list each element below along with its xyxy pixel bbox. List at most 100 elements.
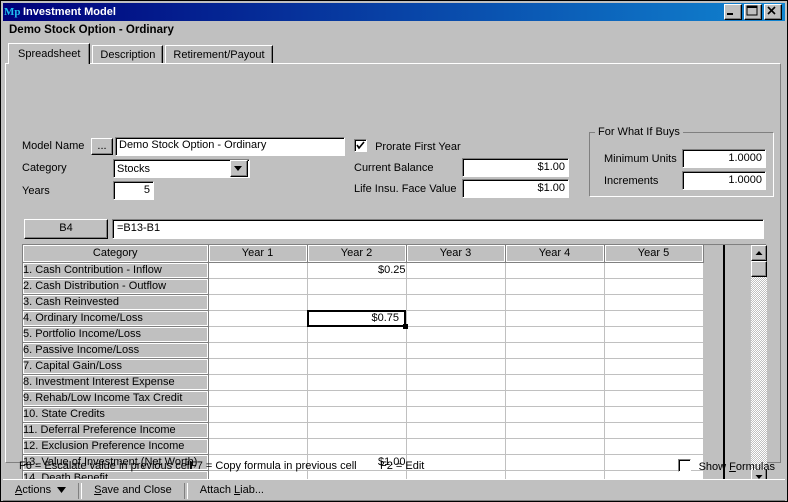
column-header-year-2[interactable]: Year 2 (307, 245, 407, 263)
grid-cell[interactable] (505, 326, 605, 343)
row-category-cell[interactable]: 3. Cash Reinvested (23, 294, 209, 311)
grid-cell[interactable] (505, 342, 605, 359)
row-category-cell[interactable]: 1. Cash Contribution - Inflow (23, 262, 209, 279)
close-button[interactable] (764, 4, 782, 20)
grid-cell[interactable] (307, 278, 407, 295)
checkbox-box[interactable] (354, 139, 367, 152)
grid-cell[interactable] (307, 406, 407, 423)
grid-cell[interactable] (208, 262, 308, 279)
row-category-cell[interactable]: 2. Cash Distribution - Outflow (23, 278, 209, 295)
grid-cell[interactable] (307, 342, 407, 359)
grid-cell[interactable] (208, 390, 308, 407)
grid-cell[interactable] (604, 326, 704, 343)
chevron-down-icon[interactable] (230, 160, 248, 177)
row-category-cell[interactable]: 7. Capital Gain/Loss (23, 358, 209, 375)
grid-cell[interactable] (208, 438, 308, 455)
checkbox-box[interactable] (677, 459, 691, 472)
grid-cell[interactable] (604, 390, 704, 407)
tab-retirement-payout[interactable]: Retirement/Payout (165, 45, 273, 64)
tab-description[interactable]: Description (92, 45, 164, 64)
grid-cell[interactable] (604, 406, 704, 423)
selected-cell[interactable]: $0.75 (307, 310, 406, 327)
row-category-cell[interactable]: 9. Rehab/Low Income Tax Credit (23, 390, 209, 407)
column-header-year-3[interactable]: Year 3 (406, 245, 506, 263)
prorate-first-year-checkbox[interactable]: Prorate First Year (354, 139, 461, 153)
grid-cell[interactable] (208, 374, 308, 391)
grid-cell[interactable] (406, 342, 506, 359)
column-header-year-5[interactable]: Year 5 (604, 245, 704, 263)
minimize-button[interactable] (724, 4, 742, 20)
grid-cell[interactable] (208, 294, 308, 311)
grid-cell[interactable] (406, 390, 506, 407)
grid-cell[interactable] (208, 422, 308, 439)
grid-cell[interactable] (604, 374, 704, 391)
grid-cell[interactable]: $0.25 (307, 262, 407, 279)
grid-cell[interactable] (604, 438, 704, 455)
tab-spreadsheet[interactable]: Spreadsheet (8, 43, 91, 64)
maximize-button[interactable] (744, 4, 762, 20)
cell-reference-box[interactable]: B4 (24, 219, 108, 239)
grid-cell[interactable] (406, 358, 506, 375)
years-input[interactable]: 5 (113, 181, 154, 200)
grid-cell[interactable] (406, 310, 506, 327)
increments-input[interactable]: 1.0000 (682, 171, 766, 190)
model-name-input[interactable]: Demo Stock Option - Ordinary (115, 137, 345, 156)
grid-cell[interactable] (604, 422, 704, 439)
category-select[interactable]: Stocks (113, 159, 250, 178)
grid-cell[interactable] (604, 358, 704, 375)
grid-cell[interactable] (505, 310, 605, 327)
grid-cell[interactable] (505, 294, 605, 311)
grid-cell[interactable] (505, 422, 605, 439)
row-category-cell[interactable]: 5. Portfolio Income/Loss (23, 326, 209, 343)
grid-cell[interactable] (307, 390, 407, 407)
column-header-category[interactable]: Category (23, 245, 209, 263)
model-name-browse-button[interactable]: ... (91, 138, 113, 155)
scroll-up-button[interactable] (751, 245, 767, 261)
attach-liab-button[interactable]: Attach Liab... (188, 481, 276, 500)
row-category-cell[interactable]: 4. Ordinary Income/Loss (23, 310, 209, 327)
fill-handle[interactable] (403, 324, 408, 329)
save-and-close-button[interactable]: Save and Close (82, 481, 184, 500)
vertical-scrollbar-thumb[interactable] (751, 261, 767, 277)
column-header-year-4[interactable]: Year 4 (505, 245, 605, 263)
row-category-cell[interactable]: 8. Investment Interest Expense (23, 374, 209, 391)
grid-cell[interactable] (604, 294, 704, 311)
vertical-scrollbar-track[interactable] (751, 245, 767, 485)
grid-cell[interactable] (208, 406, 308, 423)
grid-cell[interactable] (406, 278, 506, 295)
grid-cell[interactable] (505, 262, 605, 279)
actions-menu-button[interactable]: Actions (3, 481, 78, 500)
current-balance-input[interactable]: $1.00 (462, 158, 569, 177)
grid-cell[interactable] (307, 422, 407, 439)
grid-cell[interactable] (505, 390, 605, 407)
grid-cell[interactable] (406, 422, 506, 439)
row-category-cell[interactable]: 12. Exclusion Preference Income (23, 438, 209, 455)
formula-input[interactable]: =B13-B1 (112, 219, 764, 239)
grid-cell[interactable] (406, 374, 506, 391)
grid-cell[interactable] (208, 326, 308, 343)
grid-cell[interactable] (505, 374, 605, 391)
grid-cell[interactable] (406, 326, 506, 343)
grid-cell[interactable] (307, 374, 407, 391)
grid-cell[interactable] (208, 310, 308, 327)
grid-cell[interactable] (307, 438, 407, 455)
grid-cell[interactable] (505, 438, 605, 455)
minimum-units-input[interactable]: 1.0000 (682, 149, 766, 168)
show-formulas-checkbox[interactable]: Show Formulas (677, 459, 775, 473)
grid-cell[interactable] (505, 358, 605, 375)
grid-cell[interactable] (604, 278, 704, 295)
grid-cell[interactable] (307, 294, 407, 311)
grid-cell[interactable] (208, 278, 308, 295)
grid-cell[interactable] (307, 326, 407, 343)
row-category-cell[interactable]: 6. Passive Income/Loss (23, 342, 209, 359)
grid-cell[interactable] (505, 406, 605, 423)
grid-cell[interactable] (208, 358, 308, 375)
grid-cell[interactable] (406, 406, 506, 423)
grid-cell[interactable] (208, 342, 308, 359)
grid-cell[interactable] (604, 262, 704, 279)
grid-cell[interactable] (406, 262, 506, 279)
column-header-year-1[interactable]: Year 1 (208, 245, 308, 263)
grid-cell[interactable] (604, 310, 704, 327)
grid-cell[interactable] (604, 342, 704, 359)
grid-cell[interactable] (406, 294, 506, 311)
